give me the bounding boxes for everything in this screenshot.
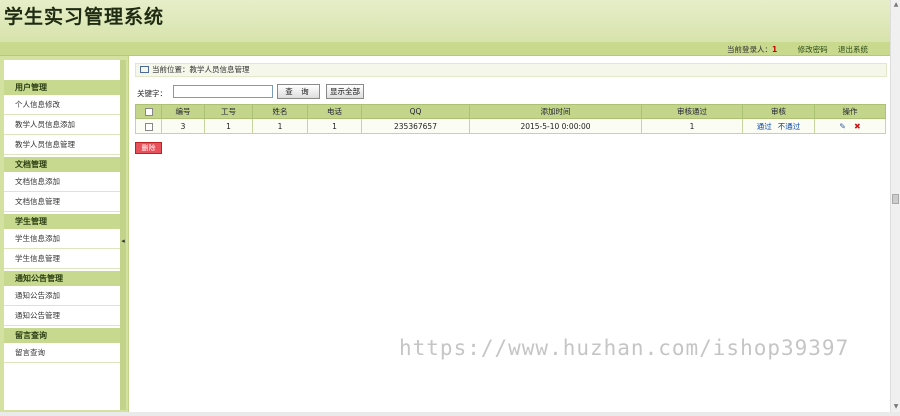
app-title: 学生实习管理系统 — [4, 6, 165, 28]
user-info: 当前登录人：1 修改密码 退出系统 — [727, 44, 868, 55]
table-row: 3 1 1 1 235367657 2015-5-10 0:00:00 1 通过… — [135, 118, 886, 134]
column-header: 编号 — [161, 104, 205, 119]
delete-button[interactable]: 删除 — [135, 142, 162, 154]
sidebar-item-staff-add[interactable]: 教学人员信息添加 — [4, 115, 120, 135]
select-all-checkbox[interactable] — [144, 108, 153, 116]
column-header: 操作 — [814, 104, 886, 119]
sidebar-item-staff-manage[interactable]: 教学人员信息管理 — [4, 135, 120, 155]
main-content: 当前位置：教学人员信息管理 关键字： 查 询 显示全部 编号 工号 姓名 电话 … — [128, 56, 890, 412]
sidebar-group-header[interactable]: 文档管理 — [4, 157, 120, 172]
sidebar-item-notice-manage[interactable]: 通知公告管理 — [4, 306, 120, 326]
column-header: 审核 — [742, 104, 815, 119]
select-all-header[interactable] — [135, 104, 162, 119]
query-button[interactable]: 查 询 — [277, 84, 320, 99]
sidebar-item-profile-edit[interactable]: 个人信息修改 — [4, 95, 120, 115]
window-icon — [140, 66, 149, 73]
logout-link[interactable]: 退出系统 — [838, 45, 868, 54]
sidebar-group-user: 用户管理 个人信息修改 教学人员信息添加 教学人员信息管理 — [4, 80, 120, 155]
edit-pencil-icon[interactable]: ✎ — [839, 122, 846, 131]
cell-actions: ✎ ✖ — [814, 118, 886, 134]
sidebar-collapse-bar[interactable]: ◂ — [120, 60, 126, 410]
staff-table: 编号 工号 姓名 电话 QQ 添加时间 审核通过 审核 操作 3 1 1 1 2… — [135, 104, 886, 134]
sidebar-group-messages: 留言查询 留言查询 — [4, 328, 120, 363]
sidebar-item-student-add[interactable]: 学生信息添加 — [4, 229, 120, 249]
chevron-left-icon[interactable]: ◂ — [120, 236, 126, 246]
sidebar-group-header[interactable]: 学生管理 — [4, 214, 120, 229]
column-header: QQ — [361, 104, 470, 119]
vertical-scrollbar[interactable]: ▲ ▼ — [890, 0, 900, 412]
keyword-input[interactable] — [173, 85, 273, 98]
cell-approved: 1 — [641, 118, 743, 134]
cell-review: 通过 不通过 — [742, 118, 815, 134]
current-user-label: 当前登录人： — [727, 45, 772, 54]
sidebar-item-doc-manage[interactable]: 文档信息管理 — [4, 192, 120, 212]
column-header: 工号 — [204, 104, 253, 119]
scroll-up-icon[interactable]: ▲ — [892, 1, 900, 9]
column-header: 审核通过 — [641, 104, 743, 119]
sidebar-group-header[interactable]: 用户管理 — [4, 80, 120, 95]
reject-link[interactable]: 不通过 — [778, 122, 801, 131]
sidebar-group-docs: 文档管理 文档信息添加 文档信息管理 — [4, 157, 120, 212]
cell-added-time: 2015-5-10 0:00:00 — [469, 118, 642, 134]
sidebar-item-student-manage[interactable]: 学生信息管理 — [4, 249, 120, 269]
scroll-down-icon[interactable]: ▼ — [892, 403, 900, 411]
breadcrumb-text: 当前位置：教学人员信息管理 — [152, 65, 250, 74]
app-header: 学生实习管理系统 — [0, 0, 890, 42]
column-header: 姓名 — [252, 104, 308, 119]
horizontal-scrollbar[interactable] — [0, 412, 900, 416]
sidebar-group-notices: 通知公告管理 通知公告添加 通知公告管理 — [4, 271, 120, 326]
current-user-name: 1 — [772, 45, 778, 54]
cell-qq: 235367657 — [361, 118, 470, 134]
user-bar: 当前登录人：1 修改密码 退出系统 — [0, 42, 890, 56]
delete-x-icon[interactable]: ✖ — [854, 122, 861, 131]
row-checkbox[interactable] — [144, 122, 153, 131]
keyword-label: 关键字： — [137, 89, 167, 98]
sidebar-group-students: 学生管理 学生信息添加 学生信息管理 — [4, 214, 120, 269]
scroll-thumb[interactable] — [892, 194, 899, 204]
sidebar-group-header[interactable]: 通知公告管理 — [4, 271, 120, 286]
sidebar-group-header[interactable]: 留言查询 — [4, 328, 120, 343]
breadcrumb: 当前位置：教学人员信息管理 — [135, 63, 887, 77]
column-header: 添加时间 — [469, 104, 642, 119]
left-panel: 用户管理 个人信息修改 教学人员信息添加 教学人员信息管理 文档管理 文档信息添… — [0, 56, 128, 412]
sidebar-item-message-query[interactable]: 留言查询 — [4, 343, 120, 363]
row-select-cell[interactable] — [135, 118, 162, 134]
cell-id: 3 — [161, 118, 205, 134]
show-all-button[interactable]: 显示全部 — [326, 84, 364, 99]
change-password-link[interactable]: 修改密码 — [798, 45, 828, 54]
watermark-text: https://www.huzhan.com/ishop39397 — [399, 336, 850, 360]
cell-phone: 1 — [307, 118, 362, 134]
column-header: 电话 — [307, 104, 362, 119]
approve-link[interactable]: 通过 — [757, 122, 772, 131]
table-header-row: 编号 工号 姓名 电话 QQ 添加时间 审核通过 审核 操作 — [135, 104, 886, 119]
sidebar-item-notice-add[interactable]: 通知公告添加 — [4, 286, 120, 306]
cell-job-no: 1 — [204, 118, 253, 134]
cell-name: 1 — [252, 118, 308, 134]
sidebar: 用户管理 个人信息修改 教学人员信息添加 教学人员信息管理 文档管理 文档信息添… — [4, 60, 120, 410]
sidebar-item-doc-add[interactable]: 文档信息添加 — [4, 172, 120, 192]
